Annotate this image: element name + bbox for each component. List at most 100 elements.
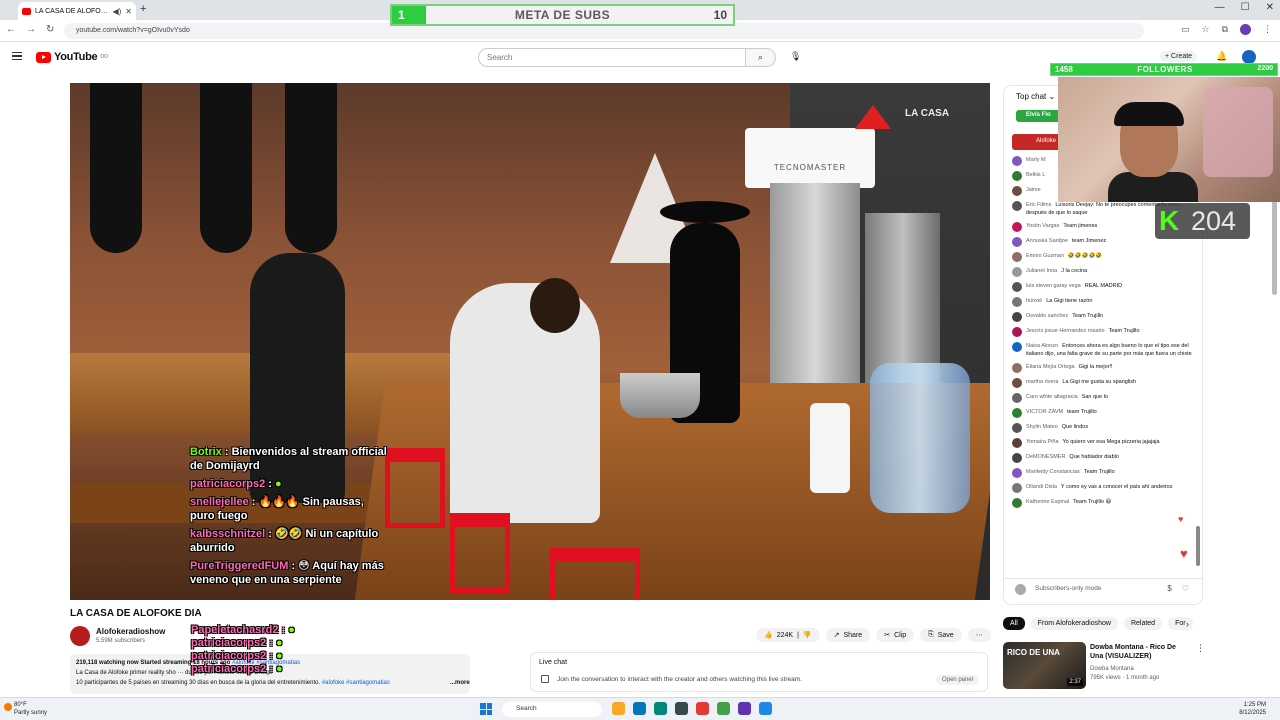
like-button[interactable]: 👍 224K | 👎 [756,628,820,642]
chat-author[interactable]: Marly M [1026,157,1046,163]
chat-author[interactable]: hünxiè [1026,298,1042,304]
extensions-icon[interactable]: ⧉ [1222,24,1228,35]
chat-author[interactable]: Emnio Guzman [1026,253,1064,259]
description-more-link[interactable]: ...more [450,680,470,686]
chat-author[interactable]: Yostin Vargas [1026,223,1059,229]
account-avatar[interactable] [1242,50,1256,64]
chat-avatar[interactable] [1012,297,1022,307]
youtube-logo[interactable]: YouTube DO [36,51,108,63]
chat-author[interactable]: Jescris josue Hernandez rosario [1026,328,1105,334]
related-video-thumbnail[interactable]: RICO DE UNA 2:37 [1003,642,1086,689]
new-tab-icon[interactable]: + [140,3,146,15]
chat-avatar[interactable] [1012,312,1022,322]
chat-avatar[interactable] [1012,498,1022,508]
chat-avatar[interactable] [1012,282,1022,292]
chat-author[interactable]: Eric Filims [1026,202,1051,208]
more-vertical-icon[interactable]: ⋮ [1196,643,1205,654]
close-tab-icon[interactable]: ✕ [125,7,132,16]
chat-input[interactable]: Subscribers-only mode [1035,585,1101,592]
reload-icon[interactable]: ↻ [46,24,54,35]
chip-from-channel[interactable]: From Alofokeradioshow [1030,617,1118,630]
windows-start-icon[interactable] [480,703,492,715]
chat-author[interactable]: Naisa Alonzo [1026,343,1058,349]
save-button[interactable]: ⎘ Save [920,628,962,642]
app-icon[interactable] [675,702,688,715]
chat-author[interactable]: Ollandi Disla [1026,484,1057,490]
back-icon[interactable]: ← [6,24,16,35]
chip-related[interactable]: Related [1123,617,1163,630]
chat-author[interactable]: Jaime [1026,187,1041,193]
video-player[interactable]: TECNOMASTER LA CASA Botrix : Bienvenidos… [70,83,990,600]
chat-avatar[interactable] [1012,186,1022,196]
profile-icon[interactable] [1240,24,1251,35]
app-icon[interactable] [654,702,667,715]
create-button[interactable]: + Create [1160,51,1198,62]
chat-author[interactable]: martha rivera [1026,379,1058,385]
menu-kebab-icon[interactable]: ⋮ [1263,24,1272,35]
chat-avatar[interactable] [1012,483,1022,493]
chat-author[interactable]: VICTOR ZAVM [1026,409,1063,415]
open-panel-button[interactable]: Open panel [935,675,979,685]
chat-avatar[interactable] [1012,156,1022,166]
chat-author[interactable]: Julianet Inoa [1026,268,1057,274]
chat-avatar[interactable] [1012,201,1022,211]
chat-author[interactable]: DeMONESMER [1026,454,1065,460]
app-icon[interactable] [696,702,709,715]
chat-avatar[interactable] [1012,408,1022,418]
chat-author[interactable]: Katherine Espinal [1026,499,1069,505]
taskbar-clock[interactable]: 1:25 PM 8/12/2025 [1239,701,1266,717]
chat-author[interactable]: Caro white altagracia [1026,394,1078,400]
chat-avatar[interactable] [1012,252,1022,262]
chip-all[interactable]: All [1003,617,1025,630]
app-icon[interactable] [738,702,751,715]
channel-name[interactable]: Alofokeradioshow [96,627,165,636]
chevron-right-icon[interactable]: › [1186,619,1189,629]
chat-avatar[interactable] [1012,171,1022,181]
chat-avatar[interactable] [1012,363,1022,373]
clip-button[interactable]: ✂ Clip [876,628,915,642]
search-input[interactable]: Search [478,48,746,67]
chat-author[interactable]: Yomaira Piña [1026,439,1059,445]
notifications-bell-icon[interactable]: 🔔 [1216,51,1227,62]
top-chat-dropdown[interactable]: Top chat ⌄ [1016,92,1055,101]
chat-author[interactable]: Marileidy Constancias [1026,469,1080,475]
chat-author[interactable]: Shylin Mateo [1026,424,1058,430]
browser-tab[interactable]: LA CASA DE ALOFOKE DIA ◀) ✕ [18,2,136,20]
maximize-icon[interactable]: ☐ [1241,2,1250,13]
share-button[interactable]: ↗ Share [825,628,871,642]
chat-avatar[interactable] [1012,237,1022,247]
chat-avatar[interactable] [1012,342,1022,352]
heart-icon[interactable]: ♡ [1182,584,1189,593]
chrome-icon[interactable] [717,702,730,715]
chat-author[interactable]: Belkis L [1026,172,1045,178]
chat-scrollbar[interactable] [1196,526,1200,566]
channel-avatar[interactable] [70,626,90,646]
chat-author[interactable]: Osvaldo sanchez [1026,313,1068,319]
weather-widget[interactable]: 80°F Partly sunny [14,701,47,717]
chat-author[interactable]: Annuska Sardjoe [1026,238,1068,244]
app-icon[interactable] [759,702,772,715]
more-actions-button[interactable]: ⋯ [967,628,991,642]
chat-avatar[interactable] [1012,393,1022,403]
chat-avatar[interactable] [1012,378,1022,388]
related-video-title[interactable]: Dowba Montana - Rico De Una (VISUALIZER) [1090,643,1190,661]
super-chat-icon[interactable]: $ [1167,584,1171,593]
minimize-icon[interactable]: — [1215,2,1225,13]
cast-icon[interactable]: ▭ [1181,24,1190,35]
menu-hamburger-icon[interactable] [12,52,22,60]
chat-avatar[interactable] [1012,267,1022,277]
search-button[interactable]: ⌕ [746,48,776,67]
related-video-channel[interactable]: Dowba Montana [1090,666,1134,672]
bookmark-star-icon[interactable]: ☆ [1201,24,1209,35]
chat-author[interactable]: Eliana Mejía Ortega [1026,364,1075,370]
file-explorer-icon[interactable] [612,702,625,715]
taskbar-search[interactable]: Search [502,702,602,717]
voice-search-icon[interactable]: 🎙 [790,51,801,62]
chat-avatar[interactable] [1012,438,1022,448]
close-window-icon[interactable]: ✕ [1266,2,1274,13]
forward-icon[interactable]: → [26,24,36,35]
chat-avatar[interactable] [1012,222,1022,232]
thumbs-down-icon[interactable]: 👎 [803,631,812,639]
chat-avatar[interactable] [1012,327,1022,337]
chat-avatar[interactable] [1012,468,1022,478]
